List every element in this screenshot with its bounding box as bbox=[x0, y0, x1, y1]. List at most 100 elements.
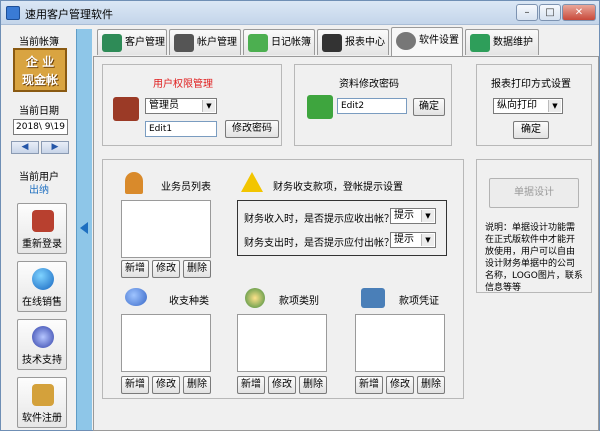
register-button[interactable]: 软件注册 bbox=[17, 377, 67, 428]
app-window: 速用客户管理软件 – □ ✕ 当前帐簿 企 业 现金帐 当前日期 2018\ 9… bbox=[0, 0, 600, 431]
person-icon bbox=[125, 172, 143, 194]
expense-alert-label: 财务支出时，是否提示应付出帐？ bbox=[244, 238, 394, 249]
globe-icon bbox=[32, 268, 54, 290]
income-alert-select[interactable]: 提示 ▼ bbox=[390, 208, 436, 224]
minimize-button[interactable]: – bbox=[516, 4, 538, 21]
income-alert-label: 财务收入时，是否提示应收出帐？ bbox=[244, 214, 394, 225]
pencil-icon bbox=[102, 34, 122, 52]
profile-edit-field[interactable]: Edit2 bbox=[337, 98, 407, 114]
permissions-title: 用户权限管理 bbox=[153, 79, 213, 90]
online-sales-label: 在线销售 bbox=[22, 297, 62, 308]
tab-reports-label: 报表中心 bbox=[345, 37, 385, 48]
chevron-down-icon: ▼ bbox=[421, 234, 434, 246]
tech-support-button[interactable]: 技术支持 bbox=[17, 319, 67, 370]
tab-settings-label: 软件设置 bbox=[419, 35, 459, 46]
staff-list[interactable] bbox=[121, 200, 211, 258]
tab-settings[interactable]: 软件设置 bbox=[391, 27, 463, 56]
category-title: 收支种类 bbox=[169, 296, 209, 307]
print-settings-group: 报表打印方式设置 纵向打印 ▼ 确定 bbox=[476, 64, 592, 146]
relogin-label: 重新登录 bbox=[22, 239, 62, 250]
change-password-button[interactable]: 修改密码 bbox=[225, 120, 279, 138]
maximize-button[interactable]: □ bbox=[539, 4, 561, 21]
chevron-down-icon: ▼ bbox=[202, 100, 215, 112]
title-bar: 速用客户管理软件 – □ ✕ bbox=[1, 1, 599, 25]
voucher-list[interactable] bbox=[355, 314, 445, 372]
voucher-delete-button[interactable]: 删除 bbox=[417, 376, 445, 394]
tab-reports[interactable]: 报表中心 bbox=[317, 29, 389, 55]
gear-icon bbox=[396, 32, 416, 50]
relogin-button[interactable]: 重新登录 bbox=[17, 203, 67, 254]
staff-title: 业务员列表 bbox=[161, 182, 211, 193]
support-icon bbox=[32, 326, 54, 348]
lighthouse-icon bbox=[174, 34, 194, 52]
close-button[interactable]: ✕ bbox=[562, 4, 596, 21]
category-icon bbox=[245, 288, 265, 308]
item-type-title: 款项类别 bbox=[279, 296, 319, 307]
current-user-value: 出纳 bbox=[29, 185, 49, 196]
prev-date-button[interactable]: ◀ bbox=[11, 141, 39, 154]
key-icon bbox=[32, 384, 54, 406]
pie-chart-icon bbox=[125, 288, 147, 306]
expense-alert-select[interactable]: 提示 ▼ bbox=[390, 232, 436, 248]
chevron-down-icon: ▼ bbox=[421, 210, 434, 222]
tab-customer[interactable]: 客户管理 bbox=[97, 29, 167, 55]
role-select[interactable]: 管理员 ▼ bbox=[145, 98, 217, 114]
doc-design-button[interactable]: 单据设计 bbox=[489, 178, 579, 208]
current-account-label: 当前帐簿 bbox=[19, 37, 59, 48]
permissions-edit-field[interactable]: Edit1 bbox=[145, 121, 217, 137]
staff-add-button[interactable]: 新增 bbox=[121, 260, 149, 278]
category-add-button[interactable]: 新增 bbox=[121, 376, 149, 394]
item-type-list[interactable] bbox=[237, 314, 327, 372]
warning-icon bbox=[241, 172, 263, 192]
tab-account-label: 帐户管理 bbox=[197, 37, 237, 48]
print-confirm-button[interactable]: 确定 bbox=[513, 121, 549, 139]
voucher-title: 款项凭证 bbox=[399, 296, 439, 307]
doc-design-group: 单据设计 说明：单据设计功能需在正式版软件中才能开放使用，用户可以自由设计财务单… bbox=[476, 159, 592, 293]
print-settings-title: 报表打印方式设置 bbox=[491, 79, 571, 90]
staff-edit-button[interactable]: 修改 bbox=[152, 260, 180, 278]
profile-title: 资料修改密码 bbox=[339, 79, 399, 90]
profile-confirm-button[interactable]: 确定 bbox=[413, 98, 445, 116]
logo-text: 企 业 现金帐 bbox=[21, 55, 58, 87]
folder-icon bbox=[361, 288, 385, 308]
doc-design-note: 说明：单据设计功能需在正式版软件中才能开放使用，用户可以自由设计财务单据中的公司… bbox=[485, 223, 583, 293]
item-type-add-button[interactable]: 新增 bbox=[237, 376, 265, 394]
voucher-add-button[interactable]: 新增 bbox=[355, 376, 383, 394]
tab-customer-label: 客户管理 bbox=[125, 37, 165, 48]
staff-delete-button[interactable]: 删除 bbox=[183, 260, 211, 278]
account-logo[interactable]: 企 业 现金帐 bbox=[13, 48, 67, 92]
item-type-edit-button[interactable]: 修改 bbox=[268, 376, 296, 394]
tab-data-maintenance-label: 数据维护 bbox=[493, 37, 533, 48]
database-icon bbox=[470, 34, 490, 52]
print-mode-value: 纵向打印 bbox=[497, 100, 537, 111]
permissions-group: 用户权限管理 管理员 ▼ Edit1 修改密码 bbox=[102, 64, 282, 146]
category-edit-button[interactable]: 修改 bbox=[152, 376, 180, 394]
film-icon bbox=[322, 34, 342, 52]
online-sales-button[interactable]: 在线销售 bbox=[17, 261, 67, 312]
tab-journal[interactable]: 日记帐簿 bbox=[243, 29, 315, 55]
lock-icon bbox=[32, 210, 54, 232]
item-type-delete-button[interactable]: 删除 bbox=[299, 376, 327, 394]
tab-account[interactable]: 帐户管理 bbox=[169, 29, 241, 55]
register-label: 软件注册 bbox=[22, 413, 62, 424]
finance-alert-box: 财务收入时，是否提示应收出帐？ 提示 ▼ 财务支出时，是否提示应付出帐？ 提示 … bbox=[237, 200, 447, 256]
category-delete-button[interactable]: 删除 bbox=[183, 376, 211, 394]
finance-alert-title: 财务收支款项，登帐提示设置 bbox=[273, 182, 403, 193]
voucher-edit-button[interactable]: 修改 bbox=[386, 376, 414, 394]
lock-icon bbox=[113, 97, 139, 121]
date-selector[interactable]: 2018\ 9\19 bbox=[13, 119, 68, 135]
sidebar: 当前帐簿 企 业 现金帐 当前日期 2018\ 9\19 ◀ ▶ 当前用户 出纳… bbox=[3, 26, 75, 430]
notebook-icon bbox=[248, 34, 268, 52]
income-alert-value: 提示 bbox=[394, 210, 414, 221]
next-date-button[interactable]: ▶ bbox=[41, 141, 69, 154]
edit-icon bbox=[307, 95, 333, 119]
chevron-down-icon: ▼ bbox=[548, 100, 561, 112]
lists-group: 业务员列表 新增 修改 删除 财务收支款项，登帐提示设置 财务收入时，是否提示应… bbox=[102, 159, 464, 399]
tab-data-maintenance[interactable]: 数据维护 bbox=[465, 29, 539, 55]
profile-group: 资料修改密码 Edit2 确定 bbox=[294, 64, 452, 146]
settings-panel: 用户权限管理 管理员 ▼ Edit1 修改密码 资料修改密码 Edit2 确定 … bbox=[93, 56, 599, 431]
print-mode-select[interactable]: 纵向打印 ▼ bbox=[493, 98, 563, 114]
sidebar-collapse-handle[interactable] bbox=[76, 29, 92, 430]
category-list[interactable] bbox=[121, 314, 211, 372]
collapse-arrow-icon bbox=[80, 222, 88, 234]
